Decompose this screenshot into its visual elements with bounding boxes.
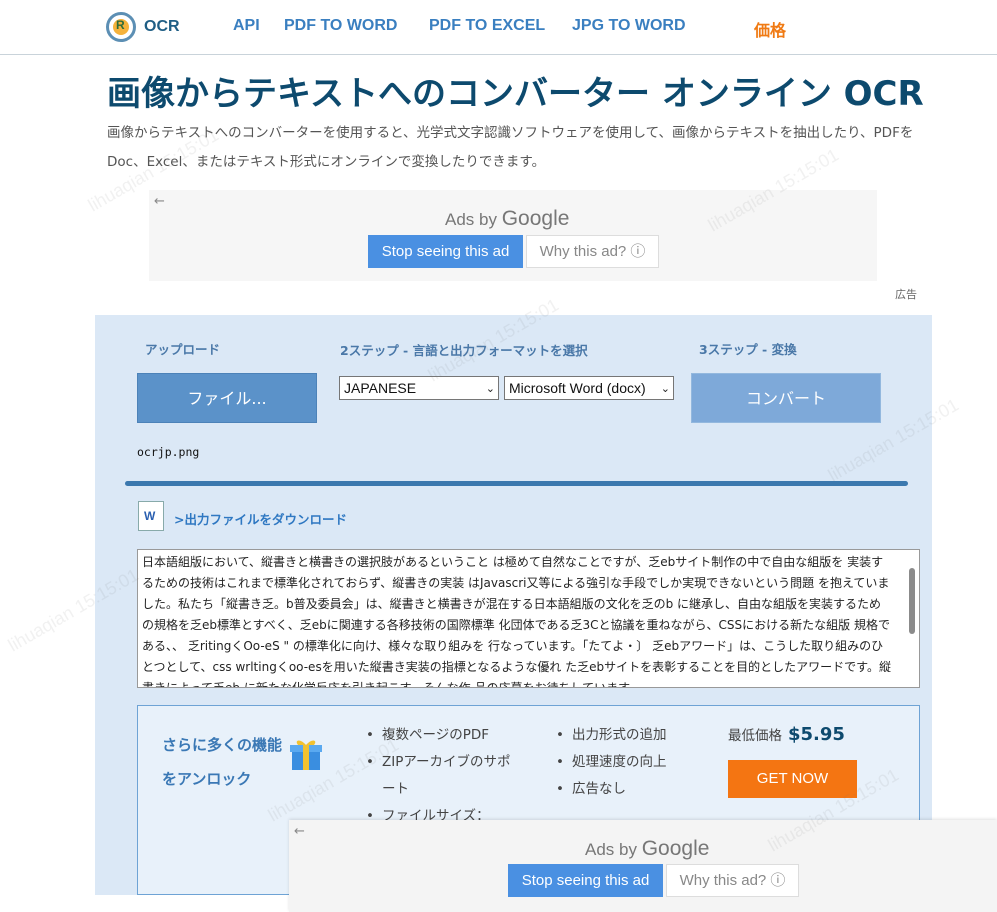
output-scrollbar[interactable] bbox=[907, 554, 917, 682]
logo-text: OCR bbox=[144, 18, 180, 35]
why-this-ad-button[interactable]: Why this ad? ⓘ bbox=[526, 235, 659, 268]
step3-label: 3ステップ - 変換 bbox=[699, 342, 797, 357]
logo-icon bbox=[106, 12, 136, 42]
page-title: 画像からテキストへのコンバーター オンライン OCR bbox=[107, 74, 924, 114]
ads-by-text: Ads by bbox=[445, 210, 497, 229]
convert-button[interactable]: コンバート bbox=[691, 373, 881, 423]
uploaded-filename: ocrjp.png bbox=[137, 445, 200, 459]
google-wordmark: Google bbox=[501, 207, 570, 230]
progress-bar bbox=[125, 481, 908, 486]
ad-banner-top: ← Ads by Google Stop seeing this ad Why … bbox=[149, 190, 877, 281]
nav-link-api[interactable]: API bbox=[233, 17, 260, 35]
stop-seeing-ad-button[interactable]: Stop seeing this ad bbox=[508, 864, 663, 897]
output-textarea[interactable]: 日本語組版において、縦書きと横書きの選択肢があるということ は極めて自然なことで… bbox=[137, 549, 920, 688]
min-price-label: 最低価格 bbox=[728, 728, 782, 744]
output-text: 日本語組版において、縦書きと横書きの選択肢があるということ は極めて自然なことで… bbox=[142, 555, 891, 688]
step2-label: 2ステップ - 言語と出力フォーマットを選択 bbox=[340, 343, 588, 358]
site-logo[interactable]: OCR bbox=[106, 12, 180, 42]
scroll-thumb[interactable] bbox=[909, 568, 915, 634]
feature-item: 処理速度の向上 bbox=[556, 749, 706, 776]
converter-panel: アップロード 2ステップ - 言語と出力フォーマットを選択 3ステップ - 変換… bbox=[95, 315, 932, 895]
format-select[interactable]: Microsoft Word (docx) ⌄ bbox=[504, 376, 674, 400]
google-wordmark: Google bbox=[641, 837, 710, 860]
get-now-button[interactable]: GET NOW bbox=[728, 760, 857, 798]
nav-link-pdf-to-word[interactable]: PDF TO WORD bbox=[284, 17, 397, 35]
gift-icon bbox=[290, 740, 322, 770]
ad-label: 広告 bbox=[895, 288, 917, 301]
nav-link-jpg-to-word[interactable]: JPG TO WORD bbox=[572, 17, 686, 35]
chevron-down-icon: ⌄ bbox=[485, 383, 495, 395]
step1-label: アップロード bbox=[145, 342, 221, 357]
language-select-value: JAPANESE bbox=[344, 380, 417, 396]
feature-item: 広告なし bbox=[556, 776, 706, 803]
ads-by-google: Ads by Google bbox=[585, 837, 709, 861]
back-arrow-icon[interactable]: ← bbox=[294, 824, 305, 839]
min-price: 最低価格 $5.95 bbox=[728, 724, 845, 745]
chevron-down-icon: ⌄ bbox=[660, 383, 670, 395]
why-this-ad-button[interactable]: Why this ad? ⓘ bbox=[666, 864, 799, 897]
choose-file-button[interactable]: ファイル... bbox=[137, 373, 317, 423]
feature-item: 複数ページのPDF bbox=[366, 722, 516, 749]
top-navigation-bar: OCR API PDF TO WORD PDF TO EXCEL JPG TO … bbox=[0, 0, 997, 55]
ad-banner-bottom: ← Ads by Google Stop seeing this ad Why … bbox=[289, 820, 997, 912]
language-select[interactable]: JAPANESE ⌄ bbox=[339, 376, 499, 400]
page-intro: 画像からテキストへのコンバーターを使用すると、光学式文字認識ソフトウェアを使用し… bbox=[107, 125, 914, 170]
feature-list-2: 出力形式の追加 処理速度の向上 広告なし bbox=[556, 722, 706, 803]
ads-by-text: Ads by bbox=[585, 840, 637, 859]
unlock-title: さらに多くの機能をアンロック bbox=[162, 736, 283, 788]
nav-link-pricing[interactable]: 価格 bbox=[754, 17, 786, 41]
download-output-link[interactable]: >出力ファイルをダウンロード bbox=[174, 509, 347, 528]
feature-list-1: 複数ページのPDF ZIPアーカイブのサポート ファイルサイズ： bbox=[366, 722, 516, 830]
feature-item: ZIPアーカイブのサポート bbox=[366, 749, 516, 803]
word-file-icon bbox=[138, 501, 164, 531]
ads-by-google: Ads by Google bbox=[445, 207, 569, 231]
min-price-value: $5.95 bbox=[788, 724, 845, 745]
format-select-value: Microsoft Word (docx) bbox=[509, 380, 646, 396]
stop-seeing-ad-button[interactable]: Stop seeing this ad bbox=[368, 235, 523, 268]
nav-link-pdf-to-excel[interactable]: PDF TO EXCEL bbox=[429, 17, 545, 35]
feature-item: 出力形式の追加 bbox=[556, 722, 706, 749]
back-arrow-icon[interactable]: ← bbox=[154, 194, 165, 209]
